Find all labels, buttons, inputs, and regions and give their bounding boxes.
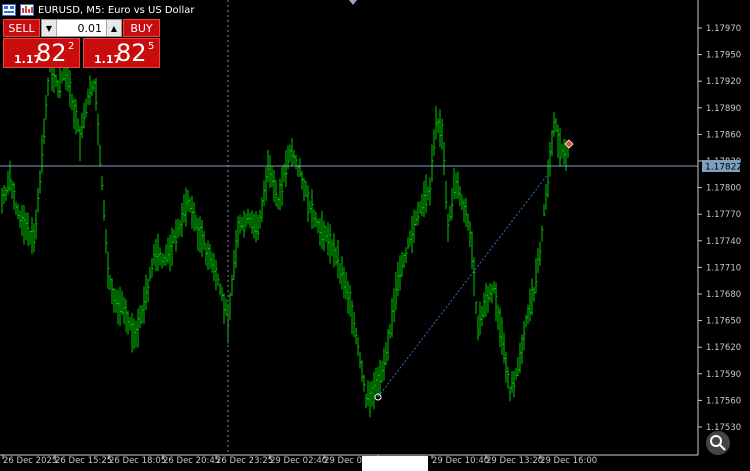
x-tick-label: 29 Dec 13:20 xyxy=(486,456,543,466)
sell-price-big: 82 xyxy=(36,39,67,67)
y-tick-label: 1.17530 xyxy=(706,423,741,433)
y-tick-label: 1.17680 xyxy=(706,290,741,300)
x-axis-highlight xyxy=(362,456,428,471)
y-tick-label: 1.17740 xyxy=(706,237,741,247)
lot-increase-icon[interactable]: ▲ xyxy=(106,20,121,36)
x-tick-label: 26 Dec 23:25 xyxy=(216,456,273,466)
y-tick-label: 1.17950 xyxy=(706,51,741,61)
y-tick-label: 1.17920 xyxy=(706,77,741,87)
y-tick-label: 1.17890 xyxy=(706,104,741,114)
x-tick-label: 26 Dec 2025 xyxy=(3,456,57,466)
time-axis: 26 Dec 202526 Dec 15:2526 Dec 18:0526 De… xyxy=(2,455,597,466)
y-tick-label: 1.17590 xyxy=(706,370,741,380)
y-tick-label: 1.17970 xyxy=(706,24,741,34)
x-tick-label: 29 Dec 10:40 xyxy=(432,456,489,466)
y-tick-label: 1.17620 xyxy=(706,343,741,353)
x-tick-label: 29 Dec 02:40 xyxy=(270,456,327,466)
buy-button[interactable]: BUY xyxy=(123,19,160,37)
chart-type-icon xyxy=(20,4,34,16)
zoom-icon[interactable] xyxy=(706,431,730,455)
x-tick-label: 26 Dec 18:05 xyxy=(109,456,166,466)
buy-price-sup: 5 xyxy=(148,41,155,52)
lot-decrease-icon[interactable]: ▼ xyxy=(42,20,57,36)
sell-price-sup: 2 xyxy=(68,41,75,52)
y-tick-label: 1.17710 xyxy=(706,263,741,273)
lot-input[interactable] xyxy=(57,20,106,36)
sell-button[interactable]: SELL xyxy=(3,19,40,37)
current-price-label: 1.17822 xyxy=(705,163,742,173)
y-tick-label: 1.17860 xyxy=(706,130,741,140)
buy-price-big: 82 xyxy=(116,39,147,67)
chart-title: EURUSD, M5: Euro vs US Dollar xyxy=(38,4,195,16)
one-click-trading-panel: SELL ▼ ▲ BUY 1.17 82 2 1.17 82 5 xyxy=(3,19,160,68)
y-tick-label: 1.17770 xyxy=(706,210,741,220)
chart-title-bar: EURUSD, M5: Euro vs US Dollar xyxy=(2,2,194,18)
y-tick-label: 1.17560 xyxy=(706,396,741,406)
x-tick-label: 26 Dec 15:25 xyxy=(55,456,112,466)
buy-price-button[interactable]: 1.17 82 5 xyxy=(83,38,160,68)
price-chart[interactable]: 1.17970 1.17950 1.17920 1.17890 1.17860 1.178… xyxy=(0,0,750,471)
y-tick-label: 1.17650 xyxy=(706,317,741,327)
sell-price-button[interactable]: 1.17 82 2 xyxy=(3,38,80,68)
x-tick-label: 26 Dec 20:45 xyxy=(163,456,220,466)
lot-size-field[interactable]: ▼ ▲ xyxy=(41,19,122,37)
x-tick-label: 29 Dec 16:00 xyxy=(540,456,597,466)
y-tick-label: 1.17800 xyxy=(706,184,741,194)
chart-window-icon xyxy=(2,4,16,16)
